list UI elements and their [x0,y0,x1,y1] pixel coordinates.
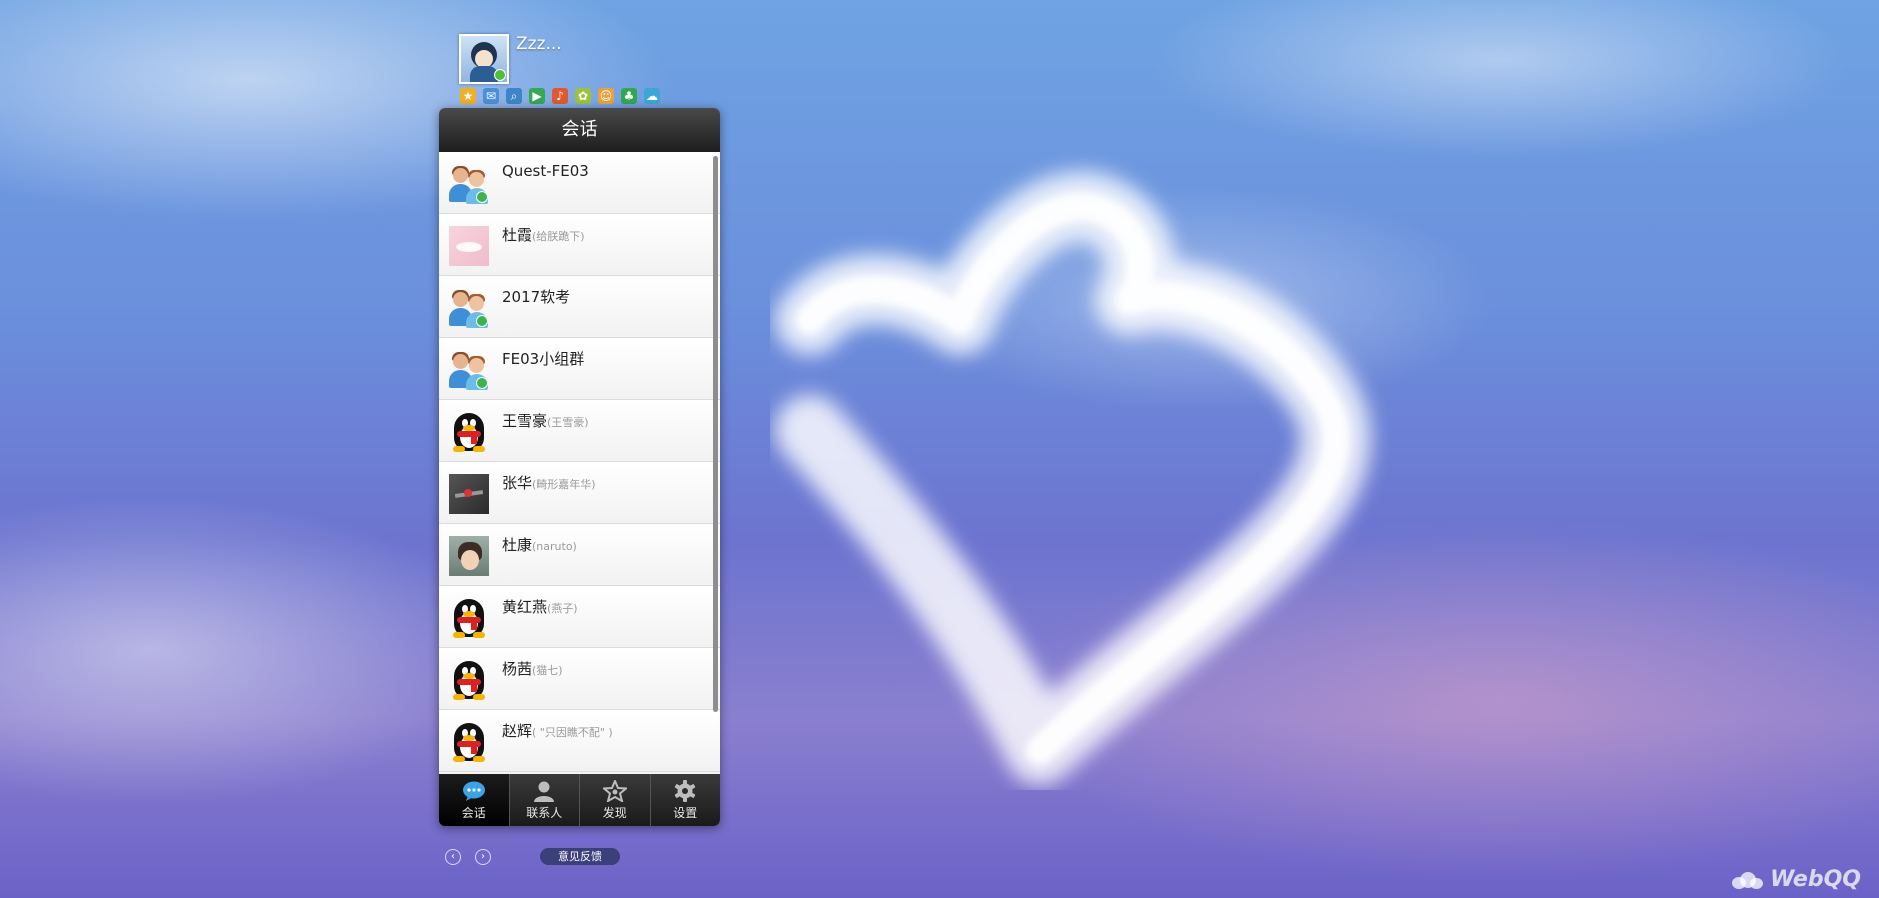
tab-label: 发现 [602,806,627,820]
conversation-remark: (燕子) [547,602,578,615]
conversation-name: Quest-FE03 [502,162,589,180]
conversation-list[interactable]: Quest-FE03 杜霞(给朕跪下) 2017软考 FE03小组群 王雪豪(王… [439,152,720,774]
conversation-item[interactable]: 2017软考 [439,276,720,338]
conversation-name: 王雪豪 [502,412,548,430]
video-icon[interactable]: ▶ [529,88,545,104]
conversation-remark: (王雪豪) [547,416,589,429]
app-toolbar: ★ ✉ ⌕ ▶ ♪ ✿ ☺ ♣ ☁ [460,88,660,104]
search-icon[interactable]: ⌕ [506,88,522,104]
tab-label: 联系人 [526,806,563,820]
conversation-name: 2017软考 [502,288,571,306]
gift-icon[interactable]: ✿ [575,88,591,104]
user-avatar[interactable] [459,34,509,84]
tab-settings[interactable]: 设置 [649,774,721,826]
feedback-button[interactable]: 意见反馈 [540,848,620,865]
conversation-remark: (猫七) [532,664,563,677]
contact-avatar [449,474,489,514]
clover-icon[interactable]: ♣ [621,88,637,104]
group-avatar [449,288,489,328]
conversation-name: FE03小组群 [502,350,585,368]
cloud-logo-icon [1728,871,1764,889]
chat-bubble-icon [462,781,485,801]
conversation-item[interactable]: 杜康(naruto) [439,524,720,586]
penguin-avatar-icon [449,412,489,452]
conversation-name: 赵辉 [502,722,533,740]
conversation-remark: (给朕跪下) [532,230,585,243]
conversation-remark: (畸形嘉年华) [532,478,596,491]
conversation-item[interactable]: 张华(畸形嘉年华) [439,462,720,524]
tab-label: 设置 [673,806,698,820]
conversation-item[interactable]: 杜霞(给朕跪下) [439,214,720,276]
group-avatar [449,350,489,390]
conversation-name: 杨茜 [502,660,533,678]
user-nickname: Zzz... [516,34,562,54]
brand-text: WebQQ [1770,867,1861,892]
conversation-remark: ( "只因瞧不配" ) [532,726,613,739]
conversation-item[interactable]: Quest-FE03 [439,152,720,214]
prev-button[interactable]: ‹ [445,849,461,865]
discover-icon [602,780,627,802]
penguin-avatar-icon [449,660,489,700]
conversation-panel: 会话 Quest-FE03 杜霞(给朕跪下) 2017软考 FE03小组群 王雪… [439,108,720,826]
settings-icon [675,780,696,802]
penguin-avatar-icon [449,598,489,638]
tab-conversations[interactable]: 会话 [439,774,509,826]
mail-icon[interactable]: ✉ [483,88,499,104]
music-icon[interactable]: ♪ [552,88,568,104]
cloud-icon[interactable]: ☁ [644,88,660,104]
conversation-item[interactable]: 赵辉( "只因瞧不配" ) [439,710,720,772]
star-icon[interactable]: ★ [460,88,476,104]
heart-cloud-image [775,171,1371,785]
online-status-icon [494,69,506,81]
group-avatar [449,164,489,204]
conversation-name: 杜康 [502,536,533,554]
conversation-name: 杜霞 [502,226,533,244]
panel-title: 会话 [439,108,720,152]
conversation-item[interactable]: 杨茜(猫七) [439,648,720,710]
bottom-nav: 会话 联系人 发现 设置 [439,774,720,826]
conversation-remark: (naruto) [532,540,577,553]
conversation-item[interactable]: 黄红燕(燕子) [439,586,720,648]
tab-discover[interactable]: 发现 [579,774,650,826]
webqq-logo: WebQQ [1728,867,1861,892]
penguin-avatar-icon [449,722,489,762]
next-button[interactable]: › [475,849,491,865]
tab-contacts[interactable]: 联系人 [508,774,580,826]
tab-label: 会话 [461,806,486,820]
conversation-name: 张华 [502,474,533,492]
contacts-icon [534,781,555,802]
conversation-item[interactable]: FE03小组群 [439,338,720,400]
pet-icon[interactable]: ☺ [598,88,614,104]
contact-avatar [449,226,489,266]
conversation-item[interactable]: 王雪豪(王雪豪) [439,400,720,462]
contact-avatar [449,536,489,576]
list-scrollbar[interactable] [713,156,718,712]
conversation-name: 黄红燕 [502,598,548,616]
